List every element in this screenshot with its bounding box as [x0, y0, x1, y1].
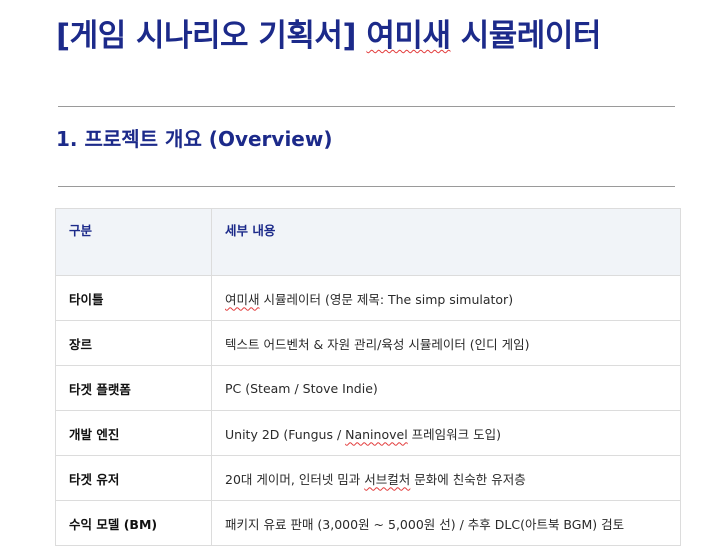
row-label: 장르 [55, 320, 212, 366]
row-value: Unity 2D (Fungus / Naninovel 프레임워크 도입) [211, 410, 681, 456]
row-value: 여미새 시뮬레이터 (영문 제목: The simp simulator) [211, 275, 681, 321]
divider-line [58, 186, 675, 187]
row-label: 개발 엔진 [55, 410, 212, 456]
row-label: 타겟 플랫폼 [55, 365, 212, 411]
spellcheck-word: 서브컬처 [364, 471, 411, 487]
overview-table: 구분 세부 내용 타이틀 여미새 시뮬레이터 (영문 제목: The simp … [55, 208, 681, 546]
table-row: 장르 텍스트 어드벤처 & 자원 관리/육성 시뮬레이터 (인디 게임) [55, 320, 681, 366]
spellcheck-word: 여미새 [225, 291, 260, 307]
row-value-text: 프레임워크 도입) [407, 426, 501, 442]
spellcheck-word: Naninovel [345, 426, 408, 442]
row-value-text: 문화에 친숙한 유저층 [410, 471, 526, 487]
table-header-category: 구분 [55, 208, 212, 276]
table-row: 타겟 플랫폼 PC (Steam / Stove Indie) [55, 365, 681, 411]
document-title-spellcheck-word: 여미새 [366, 18, 451, 54]
row-value-text: 20대 게이머, 인터넷 밈과 [225, 471, 365, 487]
document-page: [게임 시나리오 기획서] 여미새 시뮬레이터 1. 프로젝트 개요 (Over… [0, 0, 723, 546]
table-row: 수익 모델 (BM) 패키지 유료 판매 (3,000원 ~ 5,000원 선)… [55, 500, 681, 546]
row-value-text: Unity 2D (Fungus / [225, 426, 346, 442]
section-title: 1. 프로젝트 개요 (Overview) [56, 127, 333, 151]
document-title: [게임 시나리오 기획서] 여미새 시뮬레이터 [56, 10, 601, 55]
row-value: 텍스트 어드벤처 & 자원 관리/육성 시뮬레이터 (인디 게임) [211, 320, 681, 366]
row-value: PC (Steam / Stove Indie) [211, 365, 681, 411]
divider-line [58, 106, 675, 107]
row-value-text: 텍스트 어드벤처 & 자원 관리/육성 시뮬레이터 (인디 게임) [225, 336, 530, 352]
table-row: 타겟 유저 20대 게이머, 인터넷 밈과 서브컬처 문화에 친숙한 유저층 [55, 455, 681, 501]
row-label: 타이틀 [55, 275, 212, 321]
table-header-row: 구분 세부 내용 [55, 208, 681, 276]
table-row: 타이틀 여미새 시뮬레이터 (영문 제목: The simp simulator… [55, 275, 681, 321]
row-label: 수익 모델 (BM) [55, 500, 212, 546]
row-value-text: 패키지 유료 판매 (3,000원 ~ 5,000원 선) / 추후 DLC(아… [225, 516, 625, 532]
row-value-text: PC (Steam / Stove Indie) [225, 380, 378, 396]
row-value-text: 시뮬레이터 (영문 제목: The simp simulator) [259, 291, 514, 307]
table-header-details: 세부 내용 [211, 208, 681, 276]
row-label: 타겟 유저 [55, 455, 212, 501]
document-title-suffix: 시뮬레이터 [450, 18, 602, 54]
row-value: 패키지 유료 판매 (3,000원 ~ 5,000원 선) / 추후 DLC(아… [211, 500, 681, 546]
document-title-prefix: [게임 시나리오 기획서] [56, 18, 367, 54]
row-value: 20대 게이머, 인터넷 밈과 서브컬처 문화에 친숙한 유저층 [211, 455, 681, 501]
table-row: 개발 엔진 Unity 2D (Fungus / Naninovel 프레임워크… [55, 410, 681, 456]
